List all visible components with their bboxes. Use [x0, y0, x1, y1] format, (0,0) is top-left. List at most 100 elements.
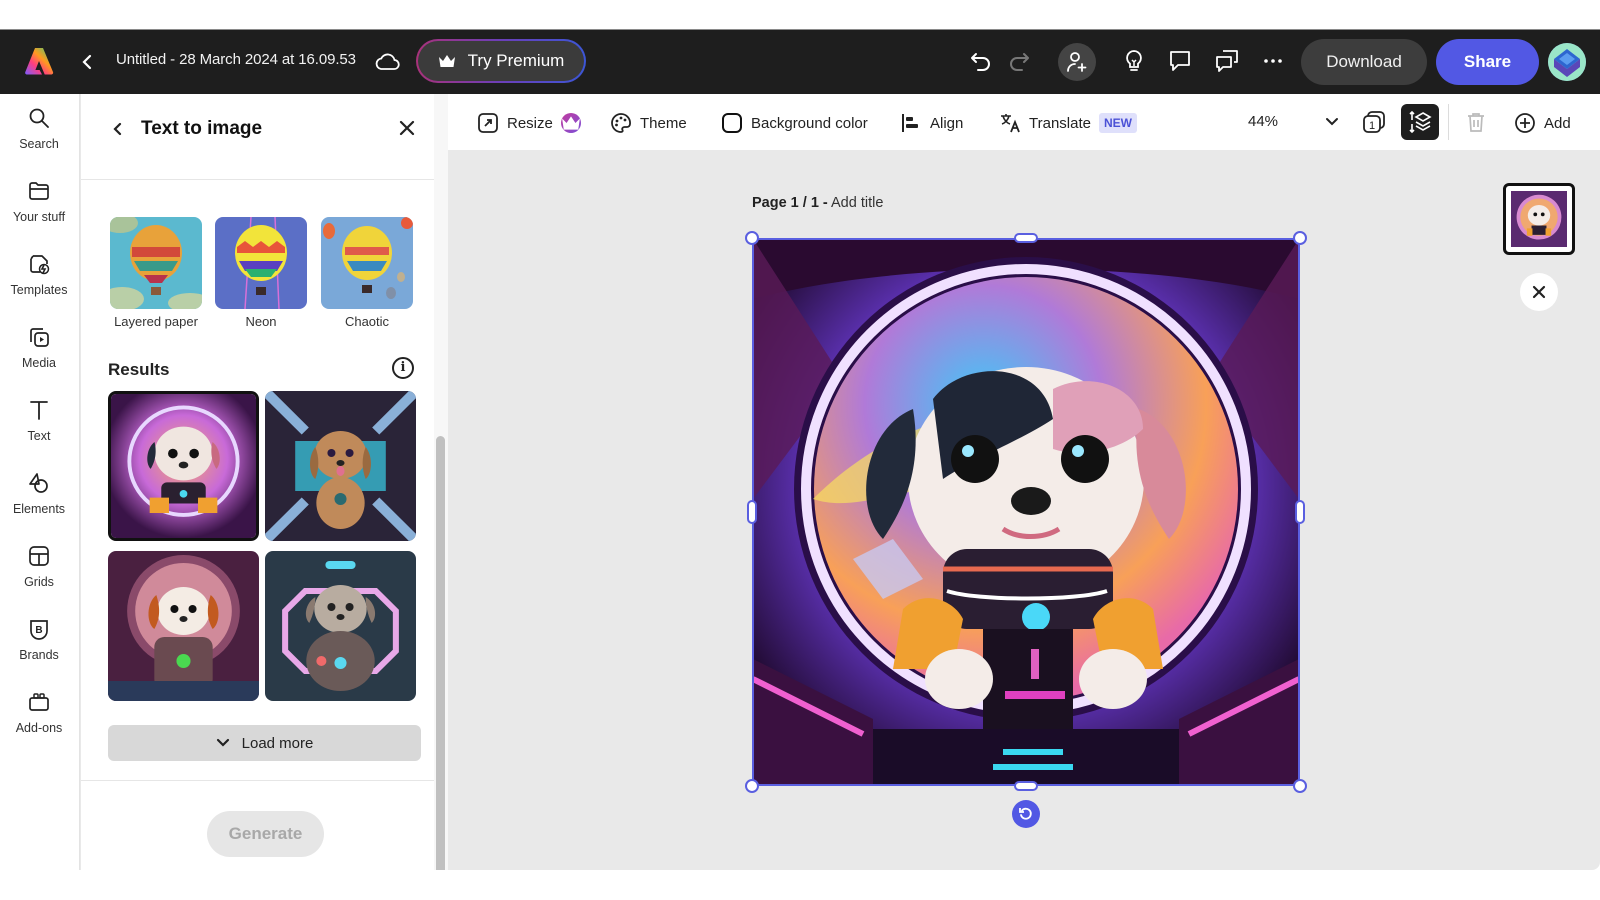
result-thumb-3[interactable]	[108, 551, 259, 701]
rail-item-your-stuff[interactable]: Your stuff	[0, 167, 78, 237]
rail-label: Elements	[12, 502, 66, 516]
folder-icon	[29, 182, 49, 200]
align-label: Align	[930, 114, 964, 132]
rail-item-brands[interactable]: B Brands	[0, 605, 78, 675]
try-premium-button[interactable]: Try Premium	[416, 39, 586, 83]
app-window: Untitled - 28 March 2024 at 16.09.53 Try…	[0, 29, 1600, 870]
rail-item-templates[interactable]: Templates	[0, 240, 78, 310]
rail-label: Add-ons	[15, 721, 63, 735]
load-more-button[interactable]: Load more	[108, 725, 421, 761]
resize-handle-top[interactable]	[1014, 233, 1038, 243]
close-icon[interactable]	[397, 118, 417, 138]
invite-button[interactable]	[1058, 43, 1096, 81]
text-icon	[30, 401, 48, 420]
adobe-express-logo[interactable]	[24, 46, 54, 76]
chevron-left-icon	[113, 122, 122, 136]
layers-button[interactable]	[1401, 104, 1439, 140]
page-label: Page 1 / 1 - Add title	[752, 195, 883, 211]
cloud-icon[interactable]	[374, 50, 400, 72]
chat-button[interactable]	[1214, 48, 1240, 74]
rail-item-search[interactable]: Search	[0, 94, 78, 164]
puppy-astronaut-image	[111, 394, 256, 538]
resize-handle-bottom[interactable]	[1014, 781, 1038, 791]
chevron-down-icon[interactable]	[1322, 111, 1342, 131]
resize-button[interactable]: Resize	[477, 111, 581, 135]
rail-item-media[interactable]: Media	[0, 313, 78, 383]
comments-button[interactable]	[1167, 48, 1193, 74]
resize-handle-left[interactable]	[747, 500, 757, 524]
result-thumb-2[interactable]	[265, 391, 416, 541]
rail-item-grids[interactable]: Grids	[0, 532, 78, 602]
resize-handle-top-left[interactable]	[745, 231, 759, 245]
resize-handle-bottom-right[interactable]	[1293, 779, 1307, 793]
style-thumb-neon[interactable]	[215, 217, 307, 309]
panel-header: Text to image	[81, 94, 434, 180]
trash-icon[interactable]	[1464, 110, 1488, 134]
info-icon[interactable]: i	[392, 357, 414, 379]
more-icon	[1264, 59, 1282, 63]
add-icon	[1515, 113, 1535, 133]
zoom-level[interactable]: 44%	[1248, 113, 1278, 130]
media-icon	[30, 328, 49, 347]
chevron-left-icon	[82, 54, 92, 70]
resize-handle-top-right[interactable]	[1293, 231, 1307, 245]
style-label: Neon	[245, 314, 277, 329]
resize-handle-bottom-left[interactable]	[745, 779, 759, 793]
page-thumbnail-image	[1511, 191, 1567, 247]
layers-icon	[1409, 110, 1432, 134]
invite-user-icon	[1067, 52, 1087, 72]
panel-scrollbar[interactable]	[436, 436, 445, 870]
rail-label: Media	[21, 356, 57, 370]
share-button[interactable]: Share	[1436, 39, 1539, 85]
comment-icon	[1170, 51, 1190, 71]
result-thumb-1[interactable]	[108, 391, 259, 541]
lightbulb-icon	[1126, 50, 1142, 71]
inspiration-button[interactable]	[1121, 48, 1147, 74]
crown-icon	[438, 55, 455, 67]
redo-button[interactable]	[1006, 48, 1032, 74]
load-more-label: Load more	[241, 734, 314, 752]
align-left-icon	[902, 114, 918, 132]
resize-handle-right[interactable]	[1295, 500, 1305, 524]
rail-item-add-ons[interactable]: Add-ons	[0, 678, 78, 748]
balloon-image	[110, 217, 202, 309]
puppy-astronaut-image	[108, 551, 259, 701]
rotate-handle[interactable]	[1012, 800, 1040, 828]
text-to-image-panel: Text to image Layered paper Neon Chaotic	[81, 94, 434, 870]
document-title[interactable]: Untitled - 28 March 2024 at 16.09.53	[116, 51, 356, 68]
generate-button[interactable]: Generate	[207, 811, 324, 857]
rail-item-text[interactable]: Text	[0, 386, 78, 456]
page-thumbnail[interactable]	[1503, 183, 1575, 255]
theme-label: Theme	[640, 114, 687, 132]
download-button[interactable]: Download	[1301, 39, 1427, 85]
rail-label: Search	[19, 137, 59, 151]
undo-button[interactable]	[968, 48, 994, 74]
panel-back-button[interactable]	[112, 120, 124, 143]
balloon-image	[215, 217, 307, 309]
templates-icon	[30, 255, 50, 275]
elements-icon	[29, 473, 48, 493]
panel-divider	[81, 780, 434, 781]
style-label: Chaotic	[344, 314, 390, 329]
avatar-image	[1548, 43, 1586, 81]
palette-icon	[611, 113, 631, 133]
add-button[interactable]: Add	[1514, 111, 1571, 135]
close-pages-button[interactable]	[1520, 273, 1558, 311]
result-thumb-4[interactable]	[265, 551, 416, 701]
background-color-button[interactable]: Background color	[721, 111, 868, 135]
more-button[interactable]	[1260, 48, 1286, 74]
style-thumb-layered-paper[interactable]	[110, 217, 202, 309]
panel-title: Text to image	[141, 118, 263, 139]
add-label: Add	[1544, 114, 1571, 132]
avatar[interactable]	[1548, 43, 1586, 81]
pages-icon[interactable]: 1	[1360, 108, 1388, 136]
back-button[interactable]	[80, 52, 98, 72]
align-button[interactable]: Align	[900, 111, 963, 135]
theme-button[interactable]: Theme	[610, 111, 687, 135]
grids-icon	[29, 546, 49, 566]
translate-button[interactable]: Translate NEW	[999, 111, 1137, 135]
add-page-title[interactable]: Add title	[831, 195, 883, 211]
rail-item-elements[interactable]: Elements	[0, 459, 78, 529]
style-thumb-chaotic[interactable]	[321, 217, 413, 309]
canvas-image[interactable]	[753, 239, 1299, 785]
